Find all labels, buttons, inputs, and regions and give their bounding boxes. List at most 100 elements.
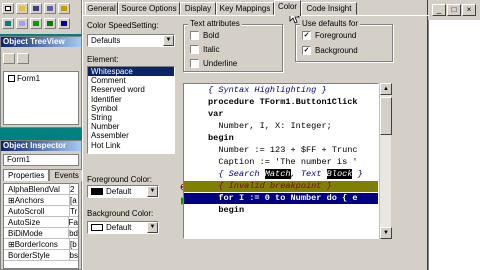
property-value[interactable]: Fa [69,217,78,227]
check-icon[interactable]: ✓ [302,31,311,40]
tab-key-mappings[interactable]: Key Mappings [216,2,274,15]
dialog-tabstrip: General Source Options Display Key Mappi… [83,0,429,16]
open-project-icon[interactable] [58,3,70,14]
use-default-foreground-label: Foreground [315,31,357,40]
element-item-whitespace[interactable]: Whitespace [88,67,174,77]
text-block-highlight: Block [326,169,353,179]
tree-new-icon[interactable] [3,53,15,64]
element-item-reserved-word[interactable]: Reserved word [88,85,174,94]
property-name: BorderStyle [4,250,70,260]
property-name: BiDiMode [4,228,70,238]
chevron-down-icon[interactable]: ▼ [147,222,158,233]
checkbox-box[interactable] [190,59,199,68]
inspector-object-select[interactable]: Form1 [3,154,79,166]
ide-toolbar [0,0,82,34]
scroll-down-icon[interactable]: ▼ [380,227,392,239]
ide-right-area: _ □ × [428,0,480,270]
background-color-value: Default [106,223,132,232]
element-item-symbol[interactable]: Symbol [88,104,174,113]
property-row[interactable]: ⊞BorderIcons [b [4,239,78,250]
element-item-hot-link[interactable]: Hot Link [88,141,174,150]
view-form-icon[interactable] [16,18,28,29]
view-unit-icon[interactable] [2,18,14,29]
checkbox-box[interactable] [190,45,199,54]
editor-properties-dialog: General Source Options Display Key Mappi… [82,0,429,270]
tree-item-label: Form1 [17,74,41,83]
tab-properties[interactable]: Properties [3,169,50,181]
open-icon[interactable] [16,3,28,14]
property-row[interactable]: AlphaBlendVal 2 [4,184,78,195]
background-color-select[interactable]: Default ▼ [87,221,159,234]
tree-delete-icon[interactable] [17,53,29,64]
tree-item-form1[interactable]: Form1 [8,74,40,83]
underline-label: Underline [203,59,238,68]
checkbox-box[interactable] [190,31,199,40]
property-name: AutoSize [4,217,69,227]
background-swatch [91,224,103,232]
element-item-number[interactable]: Number [88,122,174,131]
italic-checkbox[interactable]: Italic [190,45,219,54]
check-icon[interactable]: ✓ [302,46,311,55]
text-attributes-group: Text attributes Bold Italic Underline [183,19,283,72]
tab-general[interactable]: General [85,2,118,15]
code-line-begin: begin [208,133,234,143]
property-value[interactable]: Tr [70,206,78,216]
speedsetting-select[interactable]: Defaults ▼ [87,34,175,47]
pause-icon[interactable] [58,18,70,29]
property-row[interactable]: BiDiMode bd [4,228,78,239]
property-row[interactable]: AutoSize Fa [4,217,78,228]
property-value[interactable]: [b [70,239,78,249]
code-preview-scrollbar[interactable]: ▲ ▼ [379,83,392,239]
use-defaults-title: Use defaults for [300,19,361,28]
element-item-comment[interactable]: Comment [88,76,174,85]
use-default-foreground-checkbox[interactable]: ✓ Foreground [302,31,356,40]
close-button[interactable]: × [462,4,476,16]
object-treeview-title[interactable]: Object TreeView [1,37,81,47]
tab-events[interactable]: Events [49,169,84,181]
save-icon[interactable] [30,3,42,14]
element-item-assembler[interactable]: Assembler [88,131,174,140]
minimize-button[interactable]: _ [432,4,446,16]
element-item-identifier[interactable]: Identifier [88,95,174,104]
element-list[interactable]: Whitespace Comment Reserved word Identif… [87,66,175,154]
object-inspector-title[interactable]: Object Inspector [1,141,81,151]
property-row[interactable]: ⊞Anchors [a [4,195,78,206]
property-value[interactable]: [a [70,195,78,205]
tab-display[interactable]: Display [180,2,216,15]
maximize-button[interactable]: □ [447,4,461,16]
property-value[interactable]: bs [70,250,78,260]
code-line-begin-2: begin [208,205,245,215]
property-value[interactable]: bd [69,228,78,238]
bold-checkbox[interactable]: Bold [190,31,219,40]
scroll-up-icon[interactable]: ▲ [380,83,392,95]
treeview-list[interactable]: Form1 [3,71,79,125]
element-label: Element: [87,55,119,64]
foreground-color-select[interactable]: Default ▼ [87,185,159,198]
property-name: AutoScroll [4,206,70,216]
underline-checkbox[interactable]: Underline [190,59,237,68]
tab-code-insight[interactable]: Code Insight [301,2,357,15]
scroll-thumb[interactable] [380,97,392,135]
text-attributes-title: Text attributes [188,19,242,28]
chevron-down-icon[interactable]: ▼ [147,186,158,197]
new-icon[interactable] [2,3,14,14]
code-preview[interactable]: { Syntax Highlighting } procedure TForm1… [183,83,379,239]
tab-source-options[interactable]: Source Options [118,2,180,15]
element-item-string[interactable]: String [88,113,174,122]
object-treeview-panel: Object TreeView Form1 [0,36,82,128]
foreground-color-value: Default [106,187,132,196]
property-row[interactable]: AutoScroll Tr [4,206,78,217]
use-default-background-checkbox[interactable]: ✓ Background [302,46,358,55]
run-icon[interactable] [44,18,56,29]
property-value[interactable]: 2 [70,184,78,194]
bold-label: Bold [203,31,220,40]
code-line-invalid-breakpoint: { Invalid breakpoint } [184,181,378,192]
search-text: { Search [208,169,265,179]
save-all-icon[interactable] [44,3,56,14]
toggle-form-icon[interactable] [30,18,42,29]
property-row[interactable]: BorderStyle bs [4,250,78,261]
search-text: , Text [290,169,327,179]
tab-color[interactable]: Color [274,0,301,16]
chevron-down-icon[interactable]: ▼ [163,35,174,46]
property-name: AlphaBlendVal [4,184,70,194]
